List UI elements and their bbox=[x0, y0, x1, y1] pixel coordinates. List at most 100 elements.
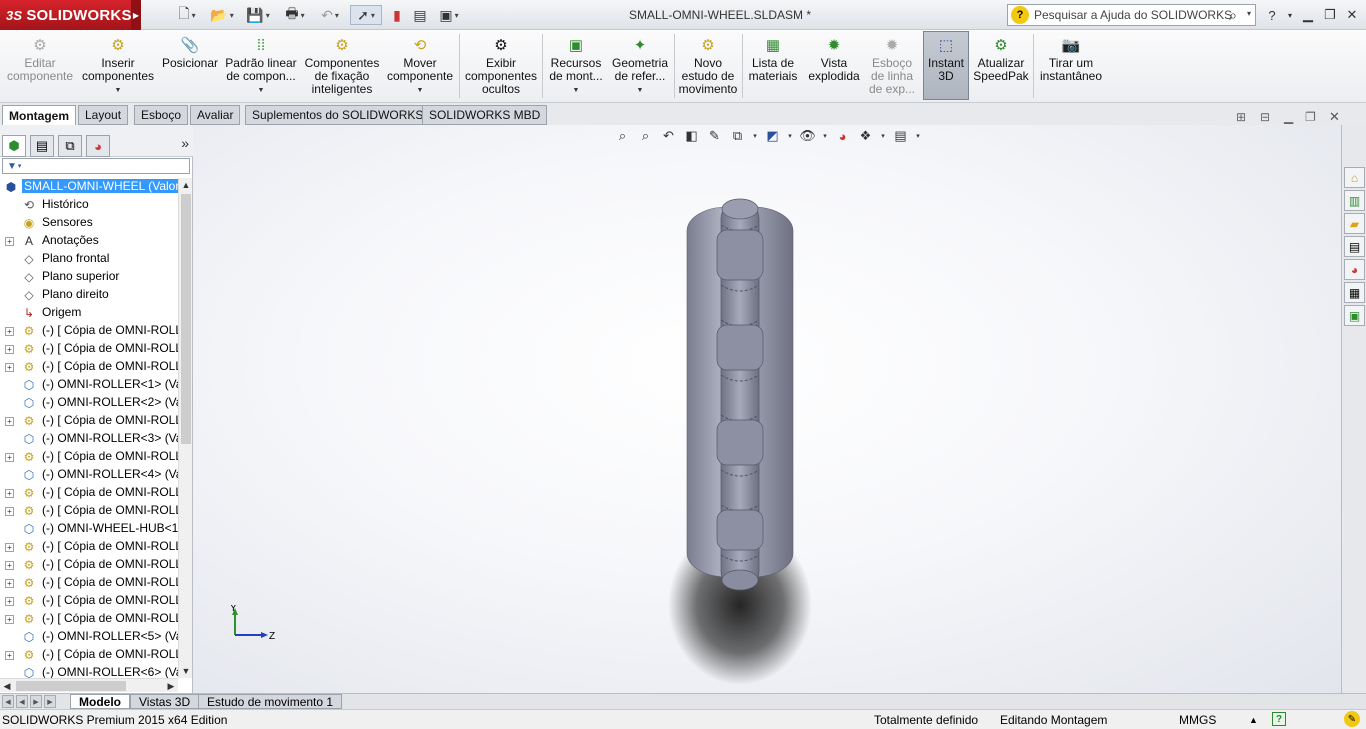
solidworks-resources-tab[interactable]: ⌂ bbox=[1344, 167, 1365, 188]
expand-icon[interactable]: + bbox=[5, 345, 14, 354]
tree-item[interactable]: ⬡ (-) OMNI-ROLLER<5> (Va bbox=[0, 628, 178, 646]
expand-icon[interactable]: + bbox=[5, 543, 14, 552]
search-dropdown-icon[interactable]: ▾ bbox=[1247, 9, 1251, 18]
tree-item[interactable]: ⟲ Histórico bbox=[0, 196, 178, 214]
tree-item[interactable]: + ⚙ (-) [ Cópia de OMNI-ROLL bbox=[0, 556, 178, 574]
insert-components-button[interactable]: ⚙ Inserir componentes ▼ bbox=[80, 32, 156, 102]
rebuild-status-icon[interactable]: ✎ bbox=[1344, 711, 1360, 727]
viewport-tile-icon[interactable]: ⊞ bbox=[1236, 110, 1246, 124]
bom-button[interactable]: ▦ Lista de materiais bbox=[746, 32, 800, 102]
scroll-thumb[interactable] bbox=[16, 681, 126, 691]
instant3d-button[interactable]: ⬚ Instant 3D bbox=[923, 31, 969, 100]
expand-icon[interactable]: + bbox=[5, 561, 14, 570]
expand-icon[interactable]: + bbox=[5, 597, 14, 606]
tab-modelo[interactable]: Modelo bbox=[70, 694, 130, 709]
tab-estudo-movimento[interactable]: Estudo de movimento 1 bbox=[198, 694, 343, 709]
help-search-input[interactable]: ? Pesquisar a Ajuda do SOLIDWORKS ⌕ ▾ bbox=[1007, 4, 1256, 26]
update-speedpak-button[interactable]: ⚙ Atualizar SpeedPak bbox=[972, 32, 1030, 102]
reference-geometry-button[interactable]: ✦ Geometria de refer... ▼ bbox=[609, 32, 671, 102]
tree-vertical-scrollbar[interactable]: ▲ ▼ bbox=[178, 178, 192, 678]
undo-button[interactable]: ↶ ▾ bbox=[315, 5, 345, 25]
unit-system[interactable]: MMGS bbox=[1179, 713, 1216, 727]
show-hidden-components-button[interactable]: ⚙ Exibir componentes ocultos bbox=[463, 32, 539, 102]
viewport-split-icon[interactable]: ⊟ bbox=[1260, 110, 1270, 124]
menu-flyout-arrow[interactable]: ▶ bbox=[131, 0, 141, 30]
tree-item[interactable]: + ⚙ (-) [ Cópia de OMNI-ROLL bbox=[0, 610, 178, 628]
restore-button[interactable]: ❐ bbox=[1320, 5, 1340, 25]
tree-item[interactable]: + ⚙ (-) [ Cópia de OMNI-ROLL bbox=[0, 358, 178, 376]
tree-item[interactable]: ◇ Plano direito bbox=[0, 286, 178, 304]
first-tab-icon[interactable]: ◀ bbox=[2, 695, 14, 708]
file-explorer-tab[interactable]: ▰ bbox=[1344, 213, 1365, 234]
prev-tab-icon[interactable]: ◀ bbox=[16, 695, 28, 708]
scroll-left-icon[interactable]: ◀ bbox=[0, 679, 14, 693]
tree-horizontal-scrollbar[interactable]: ◀ ▶ bbox=[0, 678, 178, 692]
featuremanager-tab[interactable]: ⬢ bbox=[2, 135, 26, 157]
expand-icon[interactable]: + bbox=[5, 489, 14, 498]
expand-icon[interactable]: + bbox=[5, 453, 14, 462]
tree-item[interactable]: + ⚙ (-) [ Cópia de OMNI-ROLL bbox=[0, 646, 178, 664]
chevron-down-icon[interactable]: ▼ bbox=[258, 84, 265, 97]
expand-icon[interactable]: + bbox=[5, 579, 14, 588]
tab-mbd[interactable]: SOLIDWORKS MBD bbox=[422, 105, 548, 125]
tree-item[interactable]: + ⚙ (-) [ Cópia de OMNI-ROLL bbox=[0, 448, 178, 466]
tree-item[interactable]: + ⚙ (-) [ Cópia de OMNI-ROLL bbox=[0, 322, 178, 340]
tab-montagem[interactable]: Montagem bbox=[2, 105, 76, 125]
tree-item[interactable]: ⬡ (-) OMNI-ROLLER<2> (Va bbox=[0, 394, 178, 412]
new-document-button[interactable]: 🗋 ▾ bbox=[172, 5, 202, 25]
explode-line-sketch-button[interactable]: ✹ Esboço de linha de exp... bbox=[866, 32, 918, 102]
last-tab-icon[interactable]: ▶ bbox=[44, 695, 56, 708]
tree-item[interactable]: ⬡ (-) OMNI-ROLLER<6> (Va bbox=[0, 664, 178, 678]
tree-item[interactable]: + ⚙ (-) [ Cópia de OMNI-ROLL bbox=[0, 592, 178, 610]
design-library-tab[interactable]: ▥ bbox=[1344, 190, 1365, 211]
chevron-down-icon[interactable]: ▼ bbox=[115, 84, 122, 97]
expand-icon[interactable]: + bbox=[5, 615, 14, 624]
print-button[interactable]: 🖶 ▾ bbox=[280, 5, 310, 25]
edit-component-button[interactable]: ⚙ Editar componente bbox=[4, 32, 76, 102]
configurationmanager-tab[interactable]: ⧉ bbox=[58, 135, 82, 157]
file-properties-button[interactable]: ▤ bbox=[410, 5, 430, 25]
smart-fasteners-button[interactable]: ⚙ Componentes de fixação inteligentes bbox=[302, 32, 382, 102]
scroll-up-icon[interactable]: ▲ bbox=[179, 178, 193, 192]
select-button[interactable]: ➚ ▾ bbox=[350, 5, 382, 25]
exploded-view-button[interactable]: ✹ Vista explodida bbox=[804, 32, 864, 102]
tree-item[interactable]: + ⚙ (-) [ Cópia de OMNI-ROLL bbox=[0, 538, 178, 556]
tree-item[interactable]: ◇ Plano superior bbox=[0, 268, 178, 286]
chevron-down-icon[interactable]: ▼ bbox=[573, 84, 580, 97]
expand-panel-icon[interactable]: » bbox=[181, 135, 189, 151]
solidworks-logo[interactable]: 3S SOLIDWORKS bbox=[0, 0, 131, 30]
assembly-features-button[interactable]: ▣ Recursos de mont... ▼ bbox=[546, 32, 606, 102]
doc-restore-icon[interactable]: ❐ bbox=[1305, 110, 1316, 124]
tab-layout[interactable]: Layout bbox=[78, 105, 129, 125]
tree-item[interactable]: + A Anotações bbox=[0, 232, 178, 250]
tree-item[interactable]: ◇ Plano frontal bbox=[0, 250, 178, 268]
expand-icon[interactable]: + bbox=[5, 417, 14, 426]
take-snapshot-button[interactable]: 📷 Tirar um instantâneo bbox=[1036, 32, 1106, 102]
tree-item[interactable]: ⬡ (-) OMNI-WHEEL-HUB<1 bbox=[0, 520, 178, 538]
omni-wheel-model[interactable] bbox=[686, 198, 794, 591]
tree-item[interactable]: + ⚙ (-) [ Cópia de OMNI-ROLL bbox=[0, 502, 178, 520]
tree-filter-input[interactable]: ▼ ▾ bbox=[2, 158, 190, 174]
expand-icon[interactable]: + bbox=[5, 507, 14, 516]
tree-item[interactable]: ⬡ (-) OMNI-ROLLER<3> (Va bbox=[0, 430, 178, 448]
expand-icon[interactable]: + bbox=[5, 327, 14, 336]
expand-icon[interactable]: + bbox=[5, 363, 14, 372]
rebuild-button[interactable]: ▮ bbox=[388, 5, 406, 25]
tree-item[interactable]: ⬡ (-) OMNI-ROLLER<1> (Va bbox=[0, 376, 178, 394]
options-button[interactable]: ▣ ▾ bbox=[432, 5, 466, 25]
displaymanager-tab[interactable]: ◕ bbox=[86, 135, 110, 157]
tree-item[interactable]: + ⚙ (-) [ Cópia de OMNI-ROLL bbox=[0, 412, 178, 430]
search-icon[interactable]: ⌕ bbox=[1229, 7, 1237, 24]
chevron-down-icon[interactable]: ▼ bbox=[417, 84, 424, 97]
expand-icon[interactable]: + bbox=[5, 651, 14, 660]
tab-avaliar[interactable]: Avaliar bbox=[190, 105, 241, 125]
tree-item[interactable]: + ⚙ (-) [ Cópia de OMNI-ROLL bbox=[0, 340, 178, 358]
close-button[interactable]: ✕ bbox=[1342, 5, 1362, 25]
tree-item[interactable]: + ⚙ (-) [ Cópia de OMNI-ROLL bbox=[0, 574, 178, 592]
next-tab-icon[interactable]: ▶ bbox=[30, 695, 42, 708]
appearances-tab[interactable]: ◕ bbox=[1344, 259, 1365, 280]
view-palette-tab[interactable]: ▤ bbox=[1344, 236, 1365, 257]
tree-item[interactable]: ↳ Origem bbox=[0, 304, 178, 322]
tree-item[interactable]: ◉ Sensores bbox=[0, 214, 178, 232]
scroll-right-icon[interactable]: ▶ bbox=[164, 679, 178, 693]
